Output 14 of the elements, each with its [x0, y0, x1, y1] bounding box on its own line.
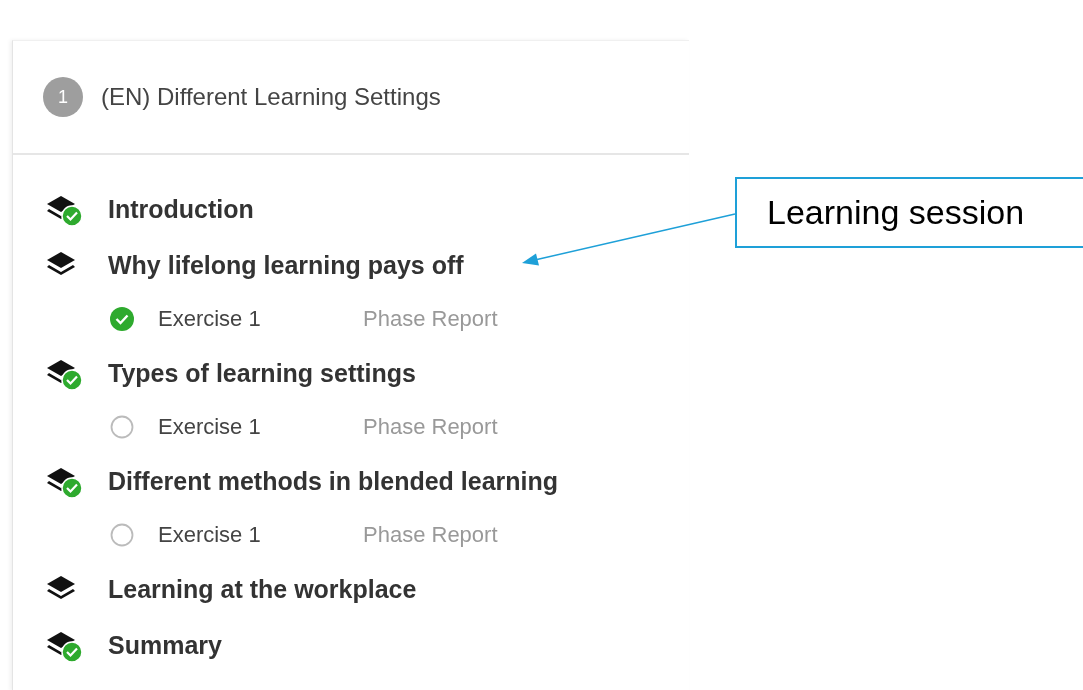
exercise-link[interactable]: Exercise 1: [158, 306, 363, 332]
course-title: (EN) Different Learning Settings: [101, 83, 441, 111]
session-title[interactable]: Learning at the workplace: [108, 574, 417, 604]
session-title[interactable]: Types of learning settings: [108, 358, 416, 388]
callout-label: Learning session: [735, 177, 1083, 248]
session-title[interactable]: Different methods in blended learning: [108, 466, 559, 496]
step-number: 1: [43, 77, 83, 117]
empty-circle-icon[interactable]: [110, 523, 134, 547]
exercise-link[interactable]: Exercise 1: [158, 522, 363, 548]
session-title[interactable]: Introduction: [108, 194, 254, 224]
session-title[interactable]: Summary: [108, 630, 222, 660]
empty-circle-icon[interactable]: [110, 415, 134, 439]
exercise-link[interactable]: Exercise 1: [158, 414, 363, 440]
session-title[interactable]: Why lifelong learning pays off: [108, 250, 464, 280]
